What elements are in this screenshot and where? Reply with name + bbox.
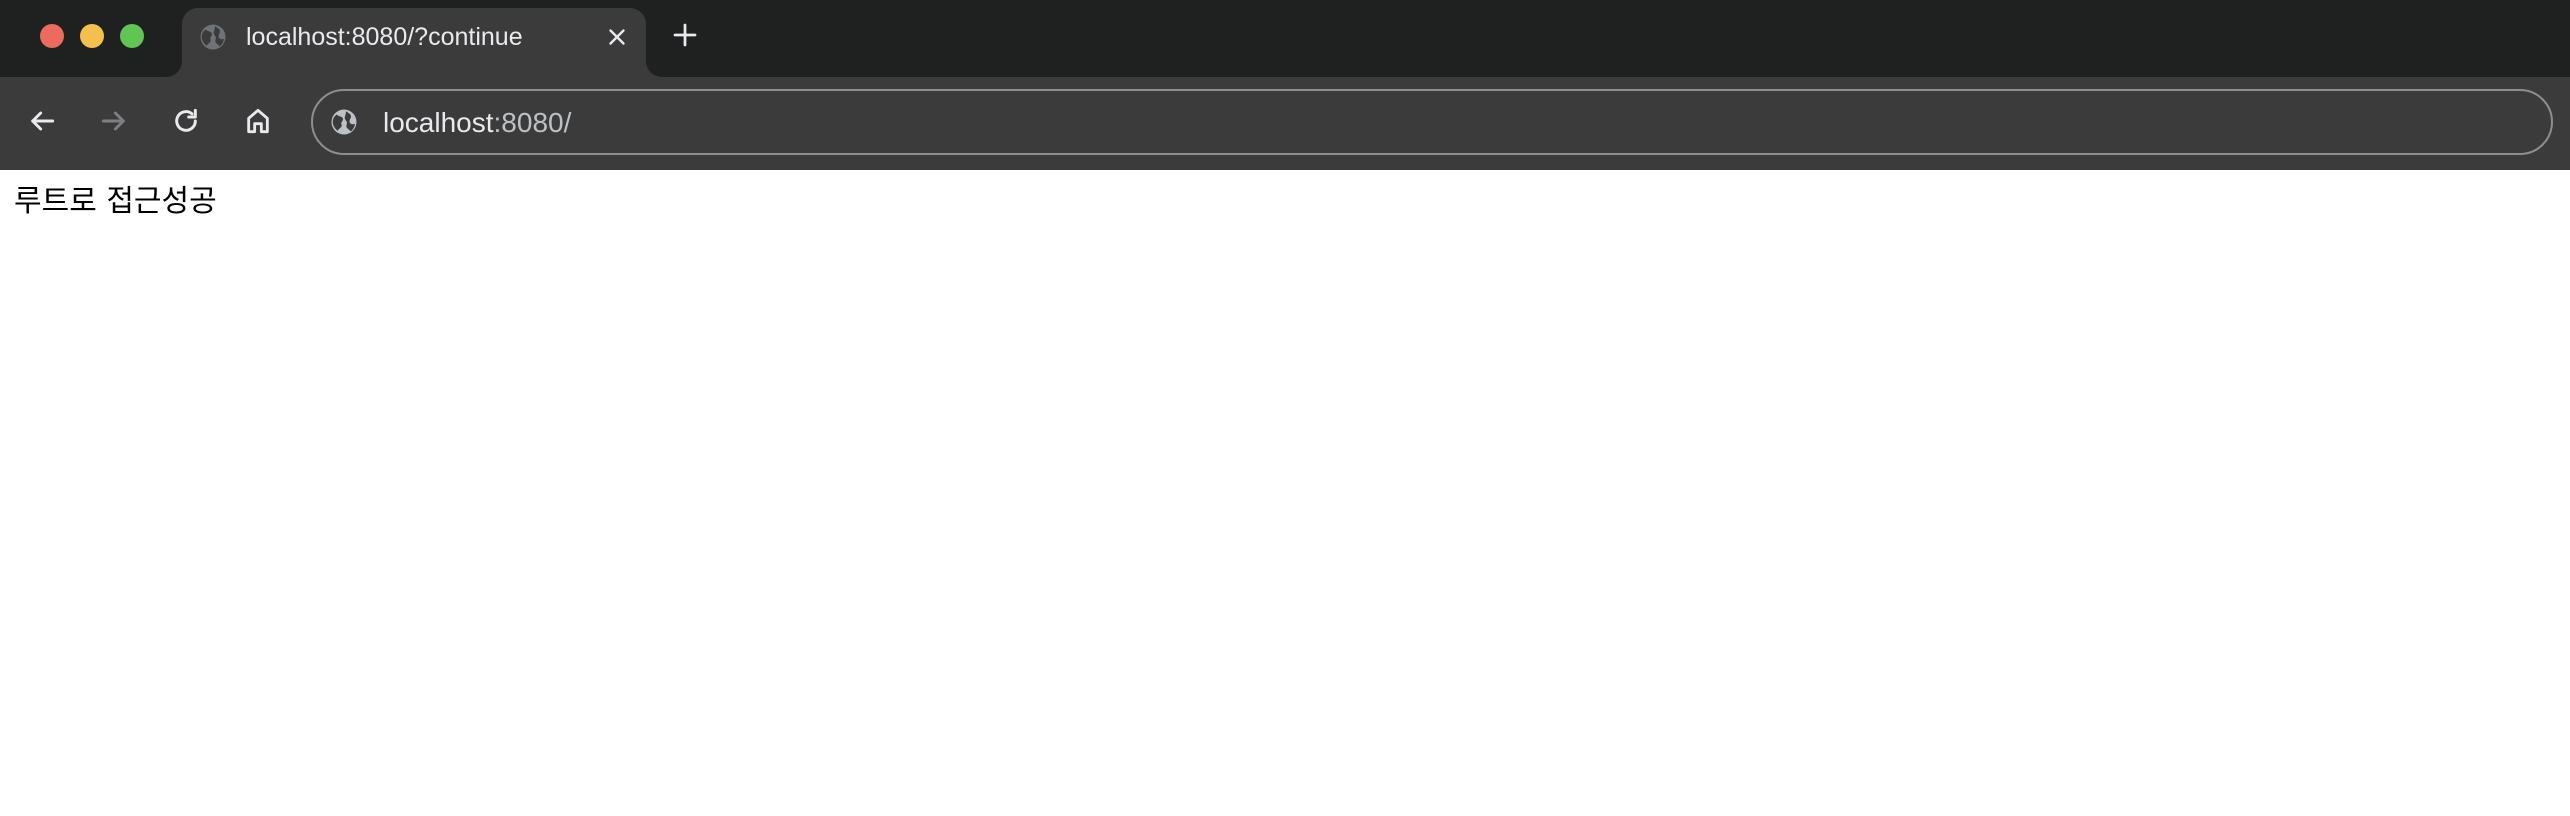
tab-close-icon[interactable] (604, 24, 630, 50)
page-content: 루트로 접근성공 (0, 170, 2570, 816)
reload-icon (175, 108, 197, 132)
address-bar[interactable]: localhost:8080/ (311, 89, 2553, 155)
reload-button[interactable] (166, 101, 206, 141)
home-icon (247, 108, 269, 134)
close-window-button[interactable] (40, 24, 64, 48)
home-button[interactable] (238, 101, 278, 141)
forward-button[interactable] (94, 101, 134, 141)
new-tab-button[interactable] (670, 20, 700, 50)
address-text[interactable]: localhost:8080/ (383, 107, 571, 139)
maximize-window-button[interactable] (120, 24, 144, 48)
address-host: localhost (383, 107, 494, 138)
tab-title: localhost:8080/?continue (246, 23, 523, 51)
back-button[interactable] (22, 101, 62, 141)
toolbar: localhost:8080/ (0, 77, 2570, 170)
tab-strip: localhost:8080/?continue (0, 0, 2570, 77)
globe-icon[interactable] (329, 107, 359, 137)
page-body-text: 루트로 접근성공 (14, 184, 217, 219)
arrow-left-icon (31, 111, 55, 131)
tab-active[interactable]: localhost:8080/?continue (182, 8, 646, 77)
minimize-window-button[interactable] (80, 24, 104, 48)
browser-window: localhost:8080/?continue localhost:8080/… (0, 0, 2570, 816)
arrow-right-icon (101, 111, 125, 131)
globe-icon (198, 22, 228, 52)
address-path: :8080/ (493, 107, 572, 138)
